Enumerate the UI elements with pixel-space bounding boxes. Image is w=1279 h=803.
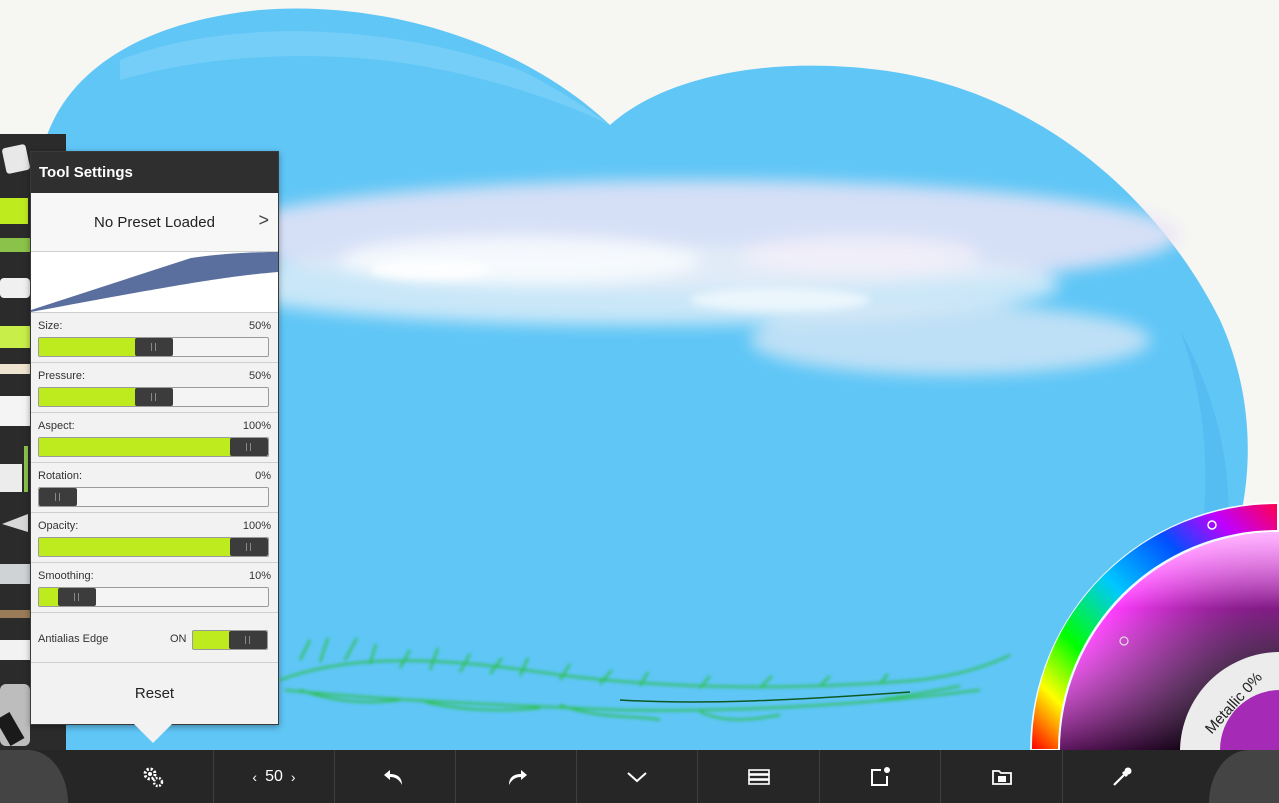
layers-button[interactable] bbox=[698, 750, 819, 803]
opacity-slider-row: Opacity: 100% bbox=[31, 513, 278, 563]
aspect-slider-row: Aspect: 100% bbox=[31, 413, 278, 463]
chalk-tool-icon bbox=[0, 364, 30, 374]
tool-settings-button[interactable] bbox=[92, 750, 213, 803]
toolbar-right-cap bbox=[1209, 750, 1279, 803]
rotation-slider-thumb[interactable] bbox=[39, 488, 77, 506]
pressure-label: Pressure: bbox=[38, 370, 86, 382]
gallery-icon bbox=[991, 769, 1012, 785]
crayon-tool-icon bbox=[0, 326, 30, 348]
aspect-slider[interactable] bbox=[38, 437, 269, 457]
preset-selector[interactable]: No Preset Loaded > bbox=[31, 193, 278, 252]
layers-icon bbox=[747, 768, 770, 785]
smoothing-value: 10% bbox=[248, 570, 271, 582]
size-label: Size: bbox=[38, 320, 63, 332]
rotation-value: 0% bbox=[255, 470, 271, 482]
color-picker[interactable]: Metallic 0% bbox=[1030, 502, 1279, 750]
airbrush-tool-icon bbox=[0, 564, 30, 584]
antialias-row: Antialias Edge ON bbox=[31, 613, 278, 663]
opacity-value: 100% bbox=[242, 520, 271, 532]
chevron-down-icon bbox=[627, 771, 647, 782]
pressure-slider-row: Pressure: 50% bbox=[31, 363, 278, 413]
pressure-slider[interactable] bbox=[38, 387, 269, 407]
eyedropper-button[interactable] bbox=[1063, 750, 1181, 803]
stroke-preview-shape bbox=[31, 252, 278, 312]
aspect-label: Aspect: bbox=[38, 420, 75, 432]
collapse-button[interactable] bbox=[577, 750, 697, 803]
antialias-label: Antialias Edge bbox=[38, 633, 109, 645]
undo-icon bbox=[384, 769, 402, 785]
antialias-toggle[interactable] bbox=[192, 630, 268, 650]
pressure-value: 50% bbox=[248, 370, 271, 382]
rotation-slider-row: Rotation: 0% bbox=[31, 463, 278, 513]
toolbar-left-cap bbox=[0, 750, 68, 803]
size-slider-row: Size: 50% bbox=[31, 313, 278, 363]
export-button[interactable] bbox=[820, 750, 940, 803]
palette-knife-tool-icon bbox=[2, 514, 28, 532]
toggle-thumb[interactable] bbox=[229, 631, 267, 649]
pressure-slider-thumb[interactable] bbox=[135, 388, 173, 406]
size-value: 50% bbox=[248, 320, 271, 332]
opacity-slider[interactable] bbox=[38, 537, 269, 557]
rotation-slider[interactable] bbox=[38, 487, 269, 507]
panel-title: Tool Settings bbox=[31, 152, 278, 193]
preset-label: No Preset Loaded bbox=[94, 213, 215, 231]
redo-icon bbox=[509, 769, 527, 785]
opacity-slider-fill bbox=[39, 538, 249, 556]
smoothing-label: Smoothing: bbox=[38, 570, 94, 582]
panel-pointer bbox=[132, 722, 174, 743]
aspect-slider-thumb[interactable] bbox=[230, 438, 268, 456]
eyedropper-icon bbox=[1113, 767, 1132, 786]
increase-size-button[interactable]: › bbox=[291, 769, 296, 785]
brush-size-control[interactable]: ‹ 50 › bbox=[214, 750, 334, 803]
brush-size-value: 50 bbox=[265, 767, 283, 785]
bottom-toolbar: ‹ 50 › bbox=[0, 750, 1279, 803]
smoothing-slider[interactable] bbox=[38, 587, 269, 607]
antialias-state: ON bbox=[170, 633, 187, 645]
size-slider[interactable] bbox=[38, 337, 269, 357]
brush-tool-icon bbox=[0, 610, 30, 618]
eraser-tool-icon bbox=[2, 144, 30, 174]
tool-settings-panel: Tool Settings No Preset Loaded > Size: 50… bbox=[30, 151, 279, 725]
smoothing-slider-row: Smoothing: 10% bbox=[31, 563, 278, 613]
aspect-value: 100% bbox=[242, 420, 271, 432]
opacity-slider-thumb[interactable] bbox=[230, 538, 268, 556]
smoothing-slider-thumb[interactable] bbox=[58, 588, 96, 606]
decrease-size-button[interactable]: ‹ bbox=[252, 769, 257, 785]
gallery-button[interactable] bbox=[941, 750, 1062, 803]
pencil-tool-icon bbox=[0, 238, 30, 252]
redo-button[interactable] bbox=[456, 750, 576, 803]
undo-button[interactable] bbox=[335, 750, 455, 803]
export-icon bbox=[871, 766, 890, 786]
color-wheel-graphic bbox=[1030, 502, 1279, 750]
roller-tool-icon bbox=[0, 464, 22, 492]
pen-tool-icon bbox=[0, 396, 30, 426]
reset-button[interactable]: Reset bbox=[31, 663, 278, 723]
brush-stroke-preview bbox=[31, 252, 278, 313]
size-slider-thumb[interactable] bbox=[135, 338, 173, 356]
rotation-label: Rotation: bbox=[38, 470, 83, 482]
chevron-right-icon: > bbox=[258, 210, 269, 230]
opacity-label: Opacity: bbox=[38, 520, 79, 532]
aspect-slider-fill bbox=[39, 438, 249, 456]
marker-tool-icon bbox=[0, 198, 28, 224]
settings-icon bbox=[143, 767, 163, 787]
tube-tool-icon bbox=[0, 278, 30, 298]
paint-tool-icon bbox=[0, 640, 30, 660]
